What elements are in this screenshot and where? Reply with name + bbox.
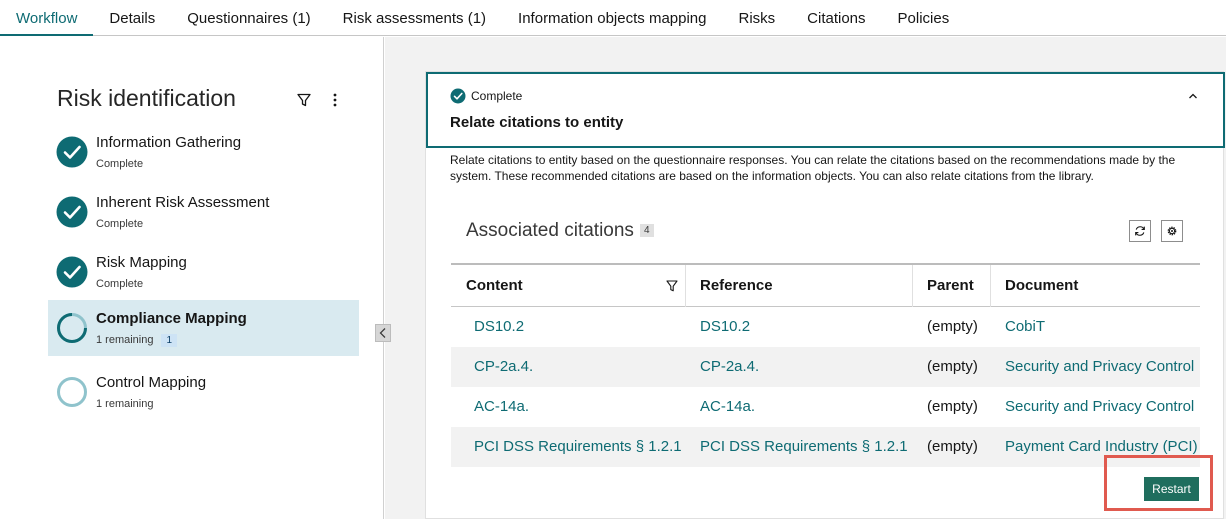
step-inherent-risk-assessment[interactable]: Inherent Risk Assessment Complete [48, 184, 359, 240]
task-title: Relate citations to entity [450, 114, 624, 131]
document-link[interactable]: Payment Card Industry (PCI) [1005, 438, 1198, 455]
parent-value: (empty) [927, 318, 978, 335]
chevron-up-icon[interactable] [1185, 88, 1201, 104]
step-status: Complete [96, 218, 144, 230]
reference-link[interactable]: PCI DSS Requirements § 1.2.1 [700, 438, 908, 455]
collapse-panel-button[interactable] [375, 324, 391, 342]
column-header-content[interactable]: Content [466, 277, 523, 294]
parent-value: (empty) [927, 438, 978, 455]
filter-icon[interactable] [296, 92, 312, 108]
step-status: 1 remaining [96, 398, 154, 410]
column-header-parent[interactable]: Parent [927, 277, 974, 294]
column-divider [685, 265, 686, 307]
check-complete-icon [450, 88, 466, 104]
tab-policies[interactable]: Policies [882, 0, 966, 36]
workflow-steps-panel: Risk identification Information Gatherin… [0, 37, 391, 519]
column-header-document[interactable]: Document [1005, 277, 1078, 294]
content-link[interactable]: DS10.2 [474, 318, 524, 335]
content-link[interactable]: AC-14a. [474, 398, 529, 415]
citations-table: Content Reference Parent Document DS10.2… [451, 263, 1200, 467]
content-link[interactable]: PCI DSS Requirements § 1.2.1 [474, 438, 682, 455]
step-name: Compliance Mapping [96, 310, 247, 327]
task-card: Complete Relate citations to entity Rela… [425, 71, 1225, 519]
reference-link[interactable]: AC-14a. [700, 398, 755, 415]
table-row: AC-14a. AC-14a. (empty) Security and Pri… [451, 387, 1200, 427]
refresh-button[interactable] [1129, 220, 1151, 242]
chevron-left-icon [379, 328, 386, 338]
reference-link[interactable]: CP-2a.4. [700, 358, 759, 375]
task-card-header[interactable]: Complete Relate citations to entity [426, 72, 1225, 148]
tab-workflow[interactable]: Workflow [0, 0, 94, 36]
reference-link[interactable]: DS10.2 [700, 318, 750, 335]
check-complete-icon [56, 256, 88, 288]
step-name: Control Mapping [96, 374, 207, 391]
tab-details[interactable]: Details [93, 0, 171, 36]
not-started-icon [57, 377, 87, 407]
tab-risk-assessments[interactable]: Risk assessments (1) [327, 0, 502, 36]
column-header-reference[interactable]: Reference [700, 277, 773, 294]
step-status: Complete [96, 158, 144, 170]
table-row: PCI DSS Requirements § 1.2.1 PCI DSS Req… [451, 427, 1200, 467]
tab-questionnaires[interactable]: Questionnaires (1) [171, 0, 326, 36]
step-status-text: 1 remaining [96, 334, 154, 346]
restart-button[interactable]: Restart [1144, 477, 1199, 501]
step-information-gathering[interactable]: Information Gathering Complete [48, 124, 359, 180]
step-status: Complete [96, 278, 144, 290]
tab-information-objects-mapping[interactable]: Information objects mapping [502, 0, 722, 36]
task-status: Complete [471, 89, 523, 103]
overflow-menu-icon[interactable] [327, 92, 343, 108]
tab-risks[interactable]: Risks [722, 0, 791, 36]
refresh-icon [1135, 226, 1145, 236]
step-compliance-mapping[interactable]: Compliance Mapping 1 remaining 1 [48, 300, 359, 356]
column-divider [912, 265, 913, 307]
citation-count-badge: 4 [640, 224, 654, 237]
check-complete-icon [56, 196, 88, 228]
column-divider [990, 265, 991, 307]
panel-title: Risk identification [57, 85, 236, 111]
step-risk-mapping[interactable]: Risk Mapping Complete [48, 244, 359, 300]
content-link[interactable]: CP-2a.4. [474, 358, 533, 375]
parent-value: (empty) [927, 358, 978, 375]
table-settings-button[interactable] [1161, 220, 1183, 242]
in-progress-icon [57, 313, 87, 343]
document-link[interactable]: CobiT [1005, 318, 1045, 335]
document-link[interactable]: Security and Privacy Control [1005, 358, 1194, 375]
remaining-count-badge: 1 [161, 334, 178, 347]
tab-citations[interactable]: Citations [791, 0, 881, 36]
step-name: Information Gathering [96, 134, 242, 151]
parent-value: (empty) [927, 398, 978, 415]
check-complete-icon [56, 136, 88, 168]
gear-icon [1167, 226, 1177, 236]
step-name: Inherent Risk Assessment [96, 194, 270, 211]
document-link[interactable]: Security and Privacy Control [1005, 398, 1194, 415]
step-detail-panel: Complete Relate citations to entity Rela… [385, 37, 1226, 519]
step-status: 1 remaining 1 [96, 334, 178, 347]
table-header: Content Reference Parent Document [451, 263, 1200, 307]
associated-citations-title: Associated citations [466, 220, 634, 241]
step-control-mapping[interactable]: Control Mapping 1 remaining [48, 364, 359, 420]
table-row: DS10.2 DS10.2 (empty) CobiT [451, 307, 1200, 347]
tab-bar: Workflow Details Questionnaires (1) Risk… [0, 0, 1226, 36]
step-name: Risk Mapping [96, 254, 187, 271]
task-description: Relate citations to entity based on the … [450, 153, 1176, 183]
table-row: CP-2a.4. CP-2a.4. (empty) Security and P… [451, 347, 1200, 387]
column-filter-icon[interactable] [665, 279, 679, 293]
